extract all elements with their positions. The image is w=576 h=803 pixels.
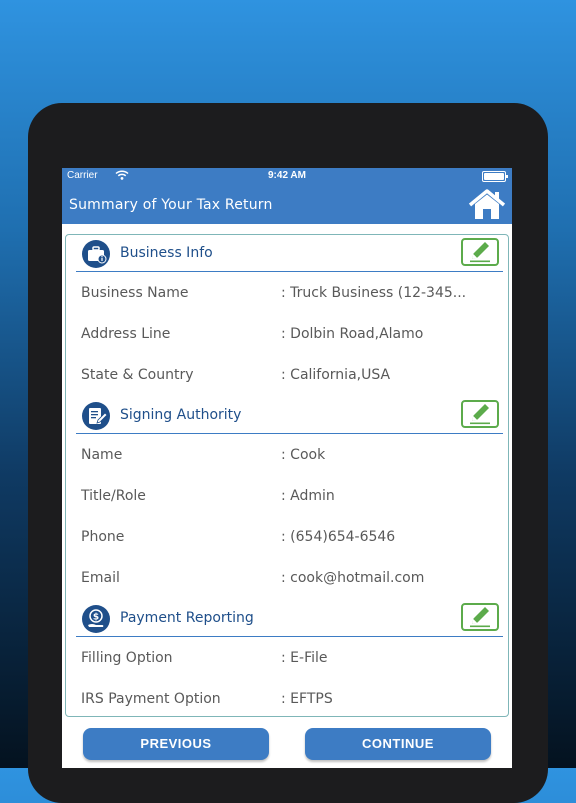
row-label: Email [81,570,120,586]
row-label: Phone [81,529,125,545]
summary-card: Business Info Business Name : Truck Busi… [65,234,509,717]
row-title-role: Title/Role : Admin [81,488,501,508]
section-title: Signing Authority [120,407,242,423]
row-value: : EFTPS [281,691,333,707]
signing-document-icon [81,401,111,431]
row-label: Business Name [81,285,189,301]
home-icon[interactable] [468,189,506,221]
row-state-country: State & Country : California,USA [81,367,501,387]
row-label: Address Line [81,326,171,342]
app-screen: Carrier 9:42 AM Summary of Your Tax Retu… [62,168,512,768]
section-signing-authority: Signing Authority [76,397,503,434]
previous-button[interactable]: PREVIOUS [83,728,269,760]
page-title: Summary of Your Tax Return [69,197,273,213]
edit-signing-authority-button[interactable] [461,400,499,428]
row-filling-option: Filling Option : E-File [81,650,501,670]
battery-icon [482,171,508,182]
row-label: Name [81,447,123,463]
svg-text:$: $ [93,613,99,623]
row-label: Title/Role [81,488,146,504]
edit-payment-reporting-button[interactable] [461,603,499,631]
briefcase-info-icon [81,239,111,269]
section-title: Business Info [120,245,213,261]
row-value: : Cook [281,447,326,463]
row-irs-payment-option: IRS Payment Option : EFTPS [81,691,501,711]
row-value: : Admin [281,488,335,504]
row-name: Name : Cook [81,447,501,467]
row-label: IRS Payment Option [81,691,221,707]
row-value: : E-File [281,650,328,666]
row-value: : (654)654-6546 [281,529,396,545]
row-value: : Dolbin Road,Alamo [281,326,424,342]
row-label: Filling Option [81,650,173,666]
continue-button[interactable]: CONTINUE [305,728,491,760]
row-business-name: Business Name : Truck Business (12-345..… [81,285,501,305]
status-bar: Carrier 9:42 AM [62,168,512,184]
dollar-hand-icon: $ [81,604,111,634]
section-title: Payment Reporting [120,610,254,626]
row-label: State & Country [81,367,194,383]
row-address-line: Address Line : Dolbin Road,Alamo [81,326,501,346]
row-phone: Phone : (654)654-6546 [81,529,501,549]
edit-business-info-button[interactable] [461,238,499,266]
row-value: : cook@hotmail.com [281,570,425,586]
row-email: Email : cook@hotmail.com [81,570,501,590]
section-payment-reporting: $ Payment Reporting [76,600,503,637]
row-value: : California,USA [281,367,391,383]
status-time: 9:42 AM [268,170,306,181]
section-business-info: Business Info [76,235,503,272]
row-value: : Truck Business (12-345... [281,285,467,301]
nav-bar: Summary of Your Tax Return [62,184,512,224]
